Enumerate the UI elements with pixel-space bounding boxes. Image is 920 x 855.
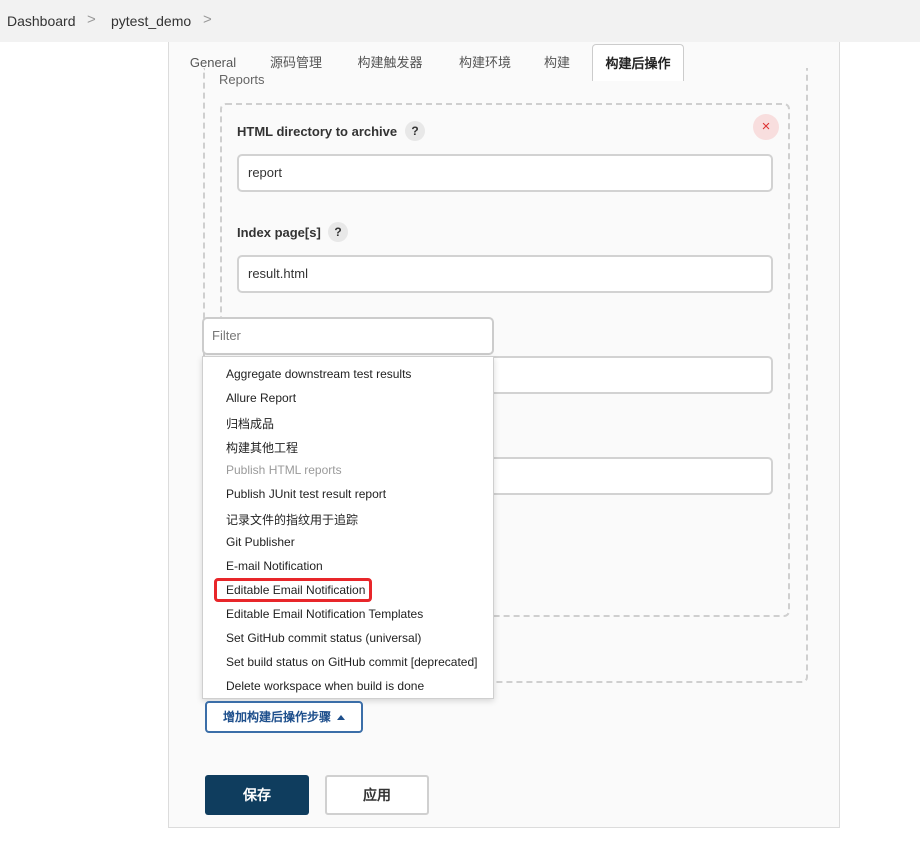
chevron-right-icon: >: [87, 11, 96, 28]
post-build-action-menu: Aggregate downstream test results Allure…: [202, 356, 494, 699]
section-label: Reports: [219, 72, 265, 87]
menu-item-build-other-projects[interactable]: 构建其他工程: [226, 439, 298, 456]
html-directory-label: HTML directory to archive: [237, 124, 398, 139]
menu-item-publish-junit[interactable]: Publish JUnit test result report: [226, 487, 386, 501]
filter-input[interactable]: Filter: [202, 317, 494, 355]
help-icon[interactable]: ?: [328, 222, 348, 242]
close-icon[interactable]: ×: [753, 114, 779, 140]
menu-item-allure-report[interactable]: Allure Report: [226, 391, 296, 405]
html-directory-input[interactable]: report: [237, 154, 773, 192]
menu-item-editable-email-templates[interactable]: Editable Email Notification Templates: [226, 607, 423, 621]
menu-item-email-notification[interactable]: E-mail Notification: [226, 559, 323, 573]
menu-item-aggregate-downstream[interactable]: Aggregate downstream test results: [226, 367, 411, 381]
menu-item-delete-workspace[interactable]: Delete workspace when build is done: [226, 679, 424, 693]
chevron-right-icon[interactable]: >: [203, 11, 212, 28]
menu-item-publish-html-reports: Publish HTML reports: [226, 463, 342, 477]
add-post-build-step-button[interactable]: 增加构建后操作步骤: [205, 701, 363, 733]
menu-item-fingerprint[interactable]: 记录文件的指纹用于追踪: [226, 511, 358, 528]
caret-up-icon: [337, 715, 345, 720]
menu-item-git-publisher[interactable]: Git Publisher: [226, 535, 295, 549]
menu-item-archive-artifacts[interactable]: 归档成品: [226, 415, 274, 432]
menu-item-github-build-status[interactable]: Set build status on GitHub commit [depre…: [226, 655, 477, 669]
apply-button[interactable]: 应用: [325, 775, 429, 815]
index-pages-input[interactable]: result.html: [237, 255, 773, 293]
menu-item-github-commit-status[interactable]: Set GitHub commit status (universal): [226, 631, 421, 645]
add-step-label: 增加构建后操作步骤: [223, 710, 332, 724]
breadcrumb-pytest-demo[interactable]: pytest_demo: [111, 13, 191, 29]
save-button[interactable]: 保存: [205, 775, 309, 815]
breadcrumb: Dashboard > pytest_demo >: [0, 0, 920, 42]
menu-item-editable-email-notification[interactable]: Editable Email Notification: [226, 583, 365, 597]
index-pages-label: Index page[s]: [237, 225, 321, 240]
help-icon[interactable]: ?: [405, 121, 425, 141]
breadcrumb-dashboard[interactable]: Dashboard: [7, 13, 76, 29]
